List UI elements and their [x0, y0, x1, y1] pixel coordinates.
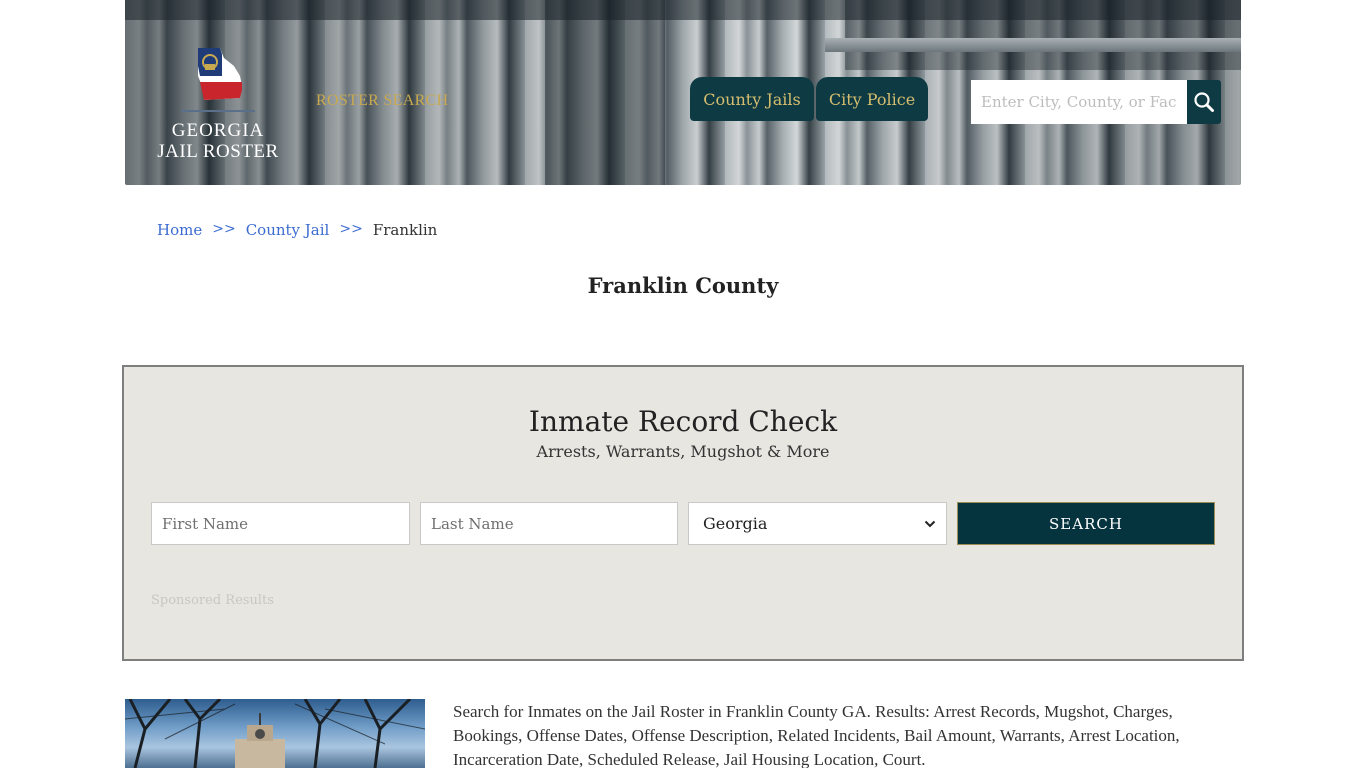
page-title: Franklin County	[587, 273, 779, 298]
inmate-record-check-panel: Inmate Record Check Arrests, Warrants, M…	[122, 365, 1244, 661]
banner-shadow	[545, 0, 665, 185]
county-courthouse-image	[125, 699, 425, 768]
record-check-title: Inmate Record Check	[528, 405, 838, 438]
site-logo[interactable]: GEORGIA JAIL ROSTER	[153, 46, 283, 162]
georgia-flag-map-icon	[198, 48, 242, 100]
breadcrumb-current: Franklin	[372, 221, 438, 239]
courthouse-photo	[125, 699, 425, 768]
banner-shelf	[825, 38, 1241, 52]
logo-divider	[181, 110, 255, 112]
chevron-down-icon	[924, 520, 936, 527]
last-name-input[interactable]	[420, 502, 678, 545]
first-name-input[interactable]	[151, 502, 410, 545]
nav-tab-county-jails[interactable]: County Jails	[690, 77, 814, 121]
header-banner: GEORGIA JAIL ROSTER ROSTER SEARCH County…	[125, 0, 1241, 185]
search-button[interactable]: SEARCH	[957, 502, 1215, 545]
nav-tab-city-police[interactable]: City Police	[816, 77, 928, 121]
facility-search-button[interactable]	[1187, 80, 1221, 124]
search-icon	[1194, 92, 1214, 112]
facility-search	[971, 80, 1221, 124]
roster-search-link[interactable]: ROSTER SEARCH	[316, 92, 448, 110]
state-select[interactable]: Georgia	[688, 502, 947, 545]
breadcrumb-separator: >>	[339, 221, 363, 237]
record-check-subtitle: Arrests, Warrants, Mugshot & More	[536, 442, 830, 461]
sponsored-results-label: Sponsored Results	[151, 593, 274, 608]
breadcrumb-home[interactable]: Home	[157, 221, 202, 239]
breadcrumb-county-jail[interactable]: County Jail	[246, 221, 330, 239]
breadcrumb-separator: >>	[212, 221, 236, 237]
county-description: Search for Inmates on the Jail Roster in…	[453, 702, 1180, 768]
breadcrumb: Home >> County Jail >> Franklin	[157, 221, 437, 239]
logo-line-1: GEORGIA	[171, 120, 265, 141]
logo-line-2: JAIL ROSTER	[157, 141, 279, 162]
banner-shadow	[845, 0, 1241, 70]
state-select-value: Georgia	[703, 514, 768, 533]
facility-search-input[interactable]	[971, 80, 1187, 124]
